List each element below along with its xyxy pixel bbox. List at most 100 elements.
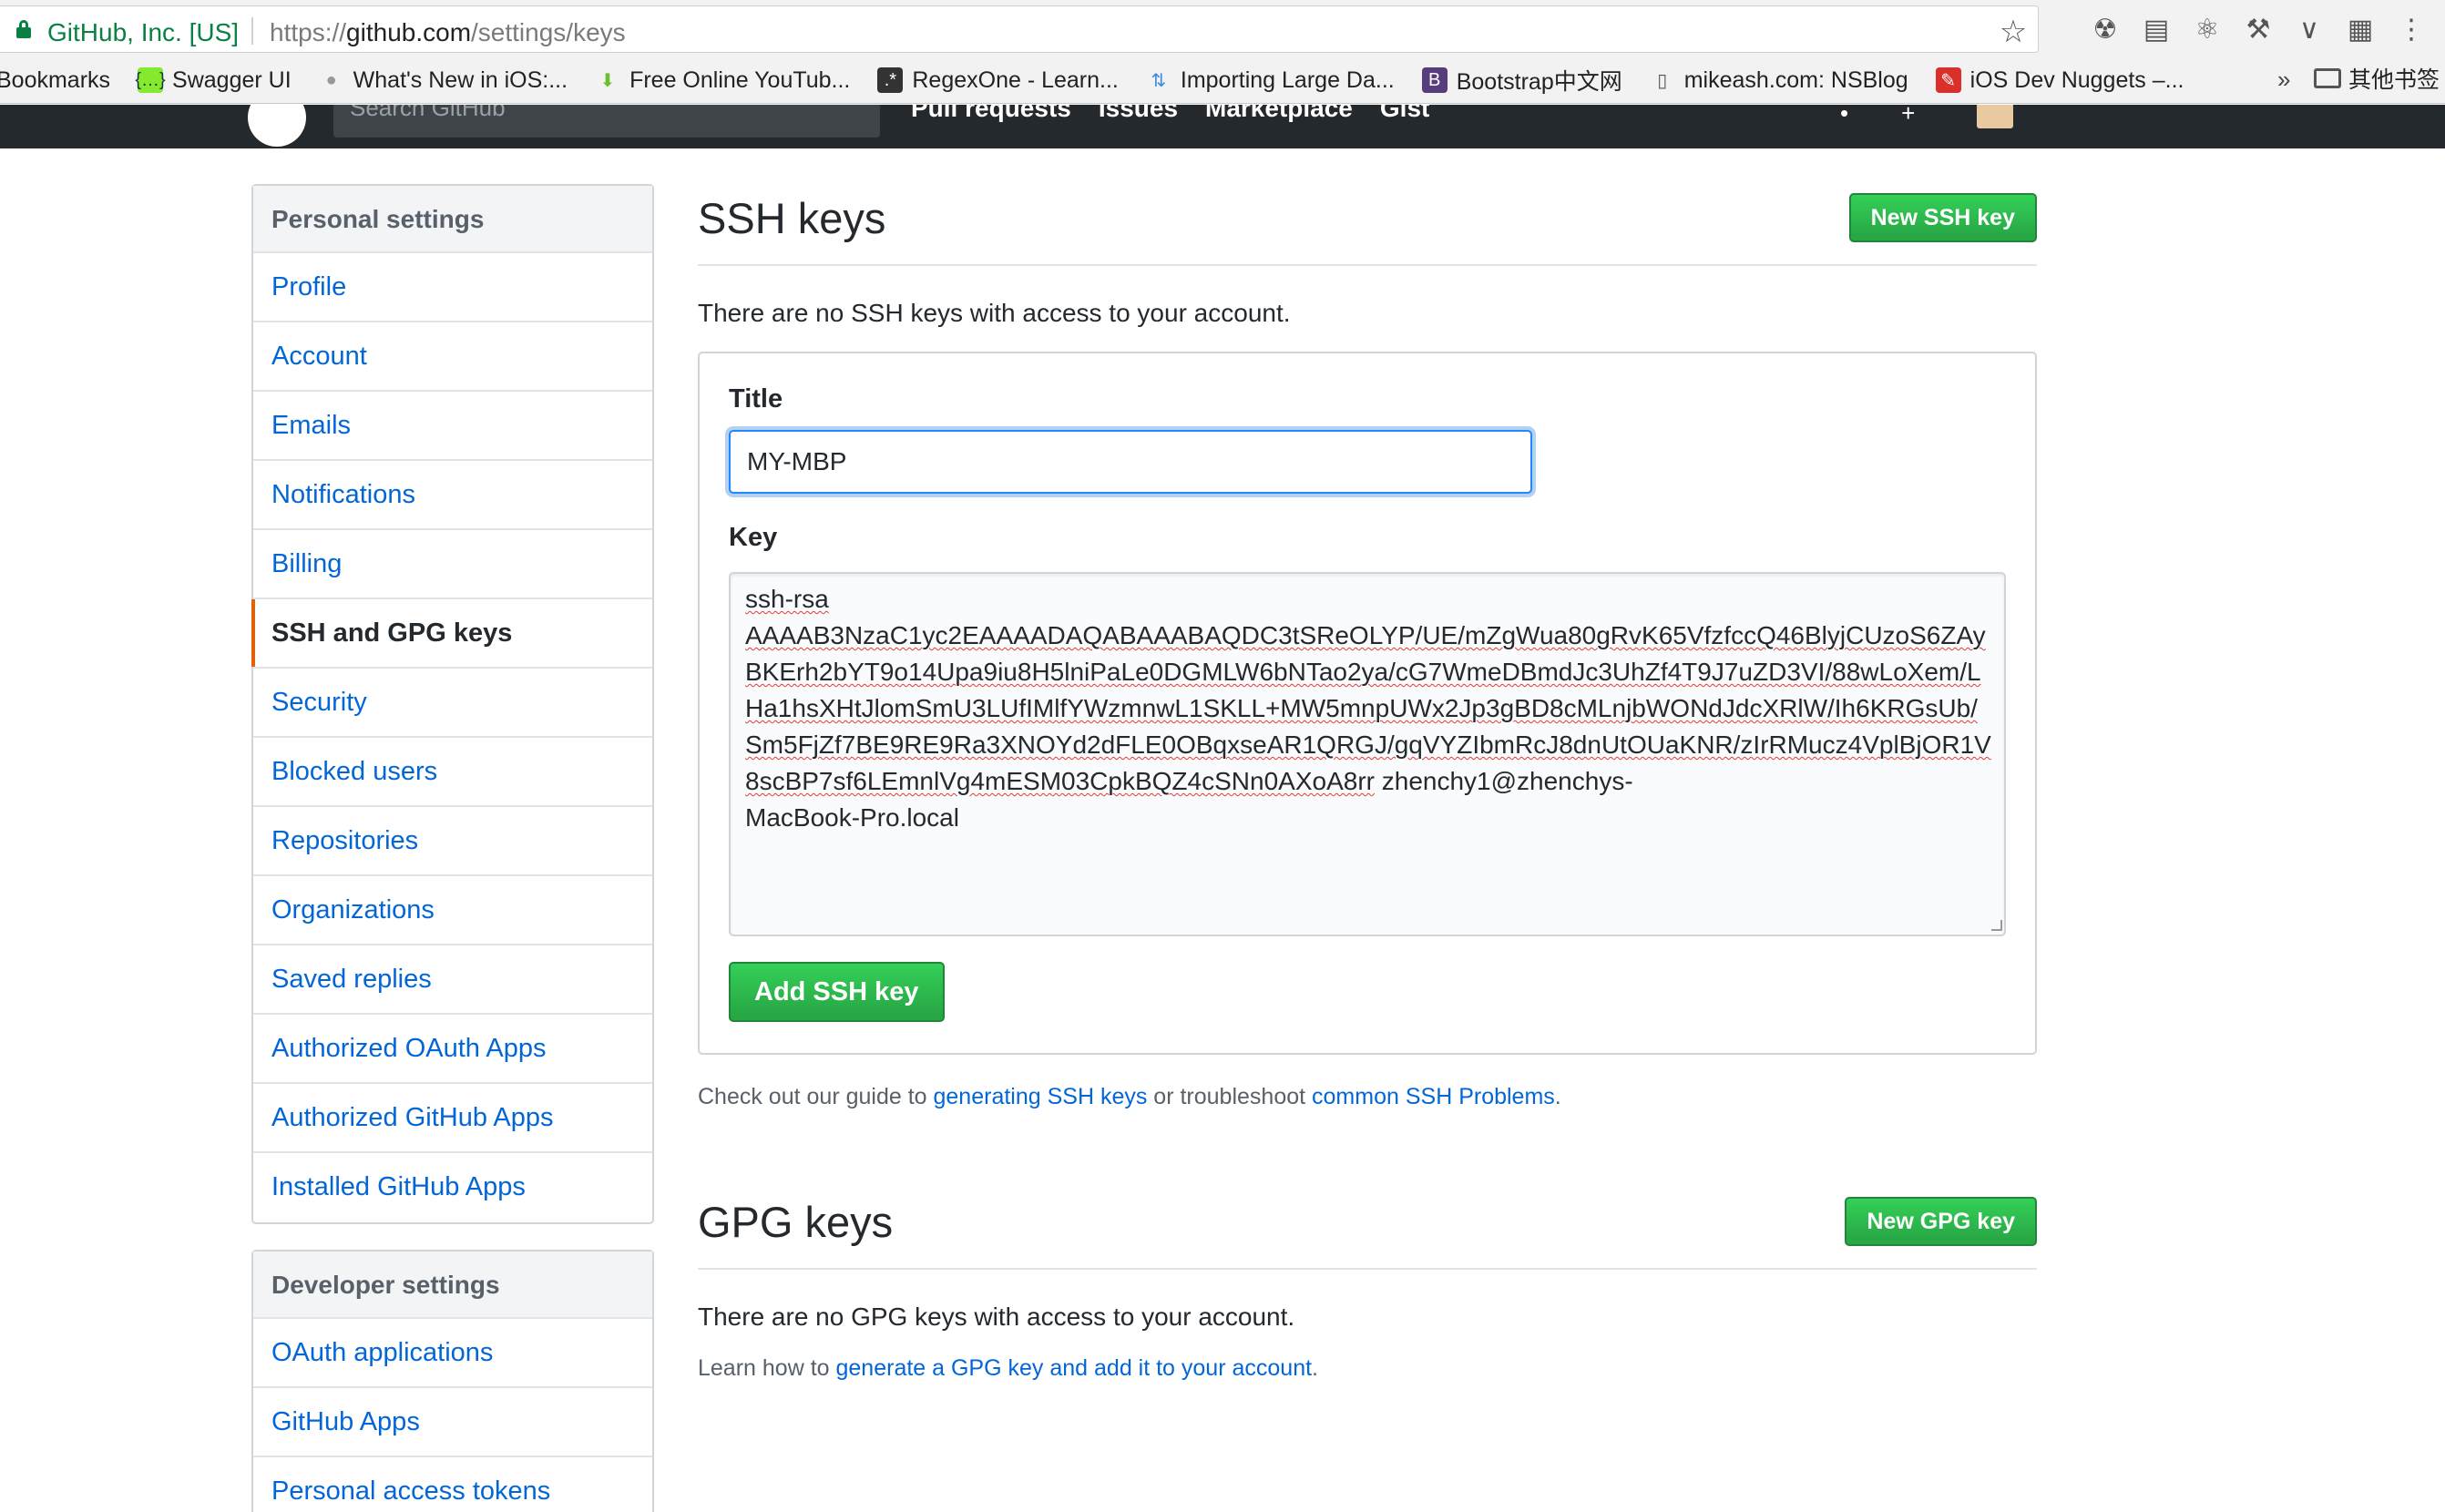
sidebar-item-security[interactable]: Security xyxy=(253,669,652,738)
bookmark-item[interactable]: ▯ mikeash.com: NSBlog xyxy=(1650,67,1908,94)
bookmark-label: Bookmarks xyxy=(0,66,111,93)
github-logo-icon[interactable] xyxy=(248,105,306,147)
apple-icon: ● xyxy=(325,69,337,90)
title-field-label: Title xyxy=(729,384,783,414)
bookmark-label: Free Online YouTub... xyxy=(629,66,851,93)
page-icon: ▯ xyxy=(1657,70,1668,91)
bookmark-item[interactable]: {…} Swagger UI xyxy=(135,66,292,94)
sidebar-item-account[interactable]: Account xyxy=(253,322,652,392)
github-header-actions: • + xyxy=(1840,105,1915,128)
sidebar-item-emails[interactable]: Emails xyxy=(253,392,652,461)
generate-gpg-key-link[interactable]: generate a GPG key and add it to your ac… xyxy=(836,1355,1313,1381)
sidebar-item-installed-github-apps[interactable]: Installed GitHub Apps xyxy=(253,1153,652,1222)
bookmarks-bar: Bookmarks {…} Swagger UI ● What's New in iOS… xyxy=(0,60,2445,100)
bookmark-label: mikeash.com: NSBlog xyxy=(1683,66,1908,93)
site-identity[interactable]: GitHub, Inc. [US] xyxy=(47,18,239,47)
bootstrap-icon: B xyxy=(1421,67,1448,93)
bookmark-item[interactable]: .* RegexOne - Learn... xyxy=(877,67,1119,94)
sidebar-item-ssh-and-gpg-keys[interactable]: SSH and GPG keys xyxy=(251,599,652,669)
key-textarea[interactable] xyxy=(729,572,2006,936)
gpg-help-prefix: Learn how to xyxy=(698,1355,836,1381)
developer-settings-menu: Developer settings OAuth applications Git… xyxy=(251,1250,654,1512)
bookmark-item[interactable]: ⬇ Free Online YouTub... xyxy=(595,66,851,94)
bookmark-item[interactable]: B Bootstrap中文网 xyxy=(1421,64,1622,97)
sidebar-item-notifications[interactable]: Notifications xyxy=(253,461,652,530)
bookmarks-overflow-button[interactable]: » xyxy=(2277,66,2290,94)
vue-extension-icon[interactable]: ∨ xyxy=(2290,10,2328,48)
sidebar-item-repositories[interactable]: Repositories xyxy=(253,807,652,876)
bookmark-item[interactable]: ⇅ Importing Large Da... xyxy=(1146,66,1395,94)
react-extension-icon[interactable]: ⚛ xyxy=(2188,10,2226,48)
ssh-title-divider xyxy=(698,264,2037,266)
ssh-keys-title: SSH keys xyxy=(698,194,886,242)
bookmark-item[interactable]: ● What's New in iOS:... xyxy=(319,67,568,94)
nav-pull-requests[interactable]: Pull requests xyxy=(911,105,1071,123)
generating-ssh-keys-link[interactable]: generating SSH keys xyxy=(934,1084,1148,1109)
other-bookmarks-label: 其他书签 xyxy=(2348,67,2440,93)
ssh-empty-message: There are no SSH keys with access to you… xyxy=(698,299,1291,327)
sidebar-item-blocked-users[interactable]: Blocked users xyxy=(253,738,652,807)
browser-menu-icon[interactable]: ⋮ xyxy=(2392,10,2430,48)
nav-marketplace[interactable]: Marketplace xyxy=(1205,105,1353,123)
ssh-help-prefix: Check out our guide to xyxy=(698,1084,934,1109)
nav-issues[interactable]: Issues xyxy=(1099,105,1178,123)
avatar[interactable] xyxy=(1977,105,2013,128)
new-ssh-key-button[interactable]: New SSH key xyxy=(1848,193,2037,242)
ssh-help-middle: or troubleshoot xyxy=(1147,1084,1313,1109)
url-host: github.com xyxy=(346,18,472,46)
sidebar-item-billing[interactable]: Billing xyxy=(253,530,652,599)
menu-heading-personal: Personal settings xyxy=(253,186,652,253)
lock-icon xyxy=(16,20,31,38)
sidebar-item-profile[interactable]: Profile xyxy=(253,253,652,322)
window-extension-icon[interactable]: ▤ xyxy=(2137,10,2175,48)
new-gpg-key-button[interactable]: New GPG key xyxy=(1845,1197,2037,1246)
bookmark-label: Bootstrap中文网 xyxy=(1456,69,1622,95)
create-new-plus-icon[interactable]: + xyxy=(1901,105,1915,128)
radiation-extension-icon[interactable]: ☢ xyxy=(2086,10,2124,48)
url-divider xyxy=(251,17,253,45)
browser-chrome: GitHub, Inc. [US] https://github.com/set… xyxy=(0,0,2445,104)
hammer-extension-icon[interactable]: ⚒ xyxy=(2239,10,2277,48)
folder-icon xyxy=(2314,68,2341,88)
sidebar-item-saved-replies[interactable]: Saved replies xyxy=(253,945,652,1015)
sidebar-item-authorized-oauth-apps[interactable]: Authorized OAuth Apps xyxy=(253,1015,652,1084)
gpg-help-suffix: . xyxy=(1312,1355,1318,1381)
common-ssh-problems-link[interactable]: common SSH Problems xyxy=(1312,1084,1555,1109)
github-nav: Pull requests Issues Marketplace Gist xyxy=(911,105,1429,123)
github-header: Search GitHub Pull requests Issues Marke… xyxy=(0,105,2445,148)
sidebar-item-authorized-github-apps[interactable]: Authorized GitHub Apps xyxy=(253,1084,652,1153)
bookmark-item[interactable]: Bookmarks xyxy=(0,67,110,94)
personal-settings-menu: Personal settings Profile Account Emails No… xyxy=(251,184,654,1224)
sidebar-item-oauth-applications[interactable]: OAuth applications xyxy=(253,1319,652,1388)
address-bar[interactable]: GitHub, Inc. [US] https://github.com/set… xyxy=(0,5,2039,53)
ssh-help-suffix: . xyxy=(1554,1084,1561,1109)
swagger-icon: {…} xyxy=(135,67,166,93)
textarea-resize-handle[interactable] xyxy=(1991,920,2002,931)
gpg-keys-title: GPG keys xyxy=(698,1198,894,1246)
bookmark-label: What's New in iOS:... xyxy=(353,66,568,93)
gpg-title-divider xyxy=(698,1268,2037,1270)
regex-icon: .* xyxy=(877,67,904,93)
menu-heading-developer: Developer settings xyxy=(253,1251,652,1319)
nav-gist[interactable]: Gist xyxy=(1380,105,1429,123)
notifications-bell-icon[interactable]: • xyxy=(1840,105,1848,128)
other-bookmarks-folder[interactable]: 其他书签 xyxy=(2314,62,2440,95)
sidebar-item-personal-access-tokens[interactable]: Personal access tokens xyxy=(253,1457,652,1512)
bookmark-star-icon[interactable]: ☆ xyxy=(1995,14,2031,50)
add-ssh-key-button[interactable]: Add SSH key xyxy=(729,962,945,1022)
download-arrow-icon: ⬇ xyxy=(599,70,616,91)
sidebar-item-github-apps[interactable]: GitHub Apps xyxy=(253,1388,652,1457)
title-field[interactable] xyxy=(729,430,1532,494)
gpg-empty-message: There are no GPG keys with access to you… xyxy=(698,1303,1295,1331)
bookmark-label: Swagger UI xyxy=(172,66,292,93)
sort-arrows-icon: ⇅ xyxy=(1151,70,1167,91)
bookmark-label: iOS Dev Nuggets –... xyxy=(1969,66,2184,93)
github-search-input[interactable]: Search GitHub xyxy=(333,105,880,138)
bookmark-item[interactable]: ✎ iOS Dev Nuggets –... xyxy=(1935,66,2184,94)
qr-code-extension-icon[interactable]: ▦ xyxy=(2341,10,2379,48)
key-field-label: Key xyxy=(729,523,778,552)
bookmark-label: Importing Large Da... xyxy=(1180,66,1395,93)
url-text[interactable]: https://github.com/settings/keys xyxy=(270,18,626,47)
sidebar-item-organizations[interactable]: Organizations xyxy=(253,876,652,945)
nuggets-icon: ✎ xyxy=(1935,67,1961,93)
